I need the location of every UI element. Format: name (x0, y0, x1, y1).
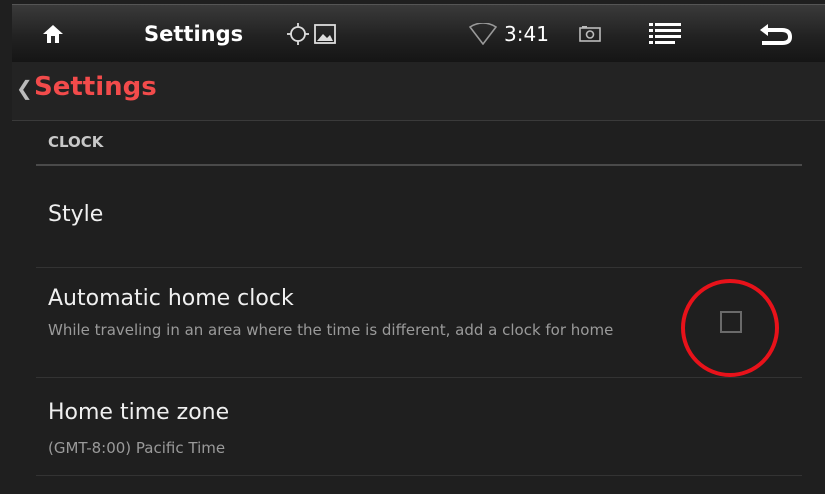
setting-title: Style (48, 202, 104, 227)
menu-lines-icon (649, 23, 681, 44)
wifi-indicator (469, 5, 497, 63)
setting-home-time-zone[interactable]: Home time zone (GMT-8:00) Pacific Time (36, 378, 802, 476)
home-button[interactable] (42, 5, 64, 63)
gallery-image-icon (314, 24, 336, 44)
settings-list: CLOCK Style Automatic home clock While t… (36, 120, 802, 476)
gallery-button[interactable] (314, 5, 336, 63)
menu-button[interactable] (649, 5, 681, 63)
page-title[interactable]: Settings (34, 72, 157, 102)
setting-title: Home time zone (48, 400, 230, 425)
section-header-clock: CLOCK (36, 120, 802, 166)
location-button[interactable] (287, 5, 309, 63)
wifi-icon (469, 23, 497, 45)
back-arrow-icon (760, 24, 792, 45)
status-clock: 3:41 (504, 22, 549, 46)
home-icon (43, 25, 63, 43)
action-bar: ❮ Settings (12, 62, 825, 121)
screen: Settings 3:41 ❮ Settings CLOCK Style Aut… (0, 0, 825, 494)
location-crosshair-icon (287, 23, 309, 45)
setting-summary: While traveling in an area where the tim… (48, 321, 614, 339)
status-bar-title: Settings (144, 22, 244, 46)
setting-summary: (GMT-8:00) Pacific Time (48, 439, 226, 457)
camera-button[interactable] (579, 5, 601, 63)
camera-icon (579, 26, 601, 42)
setting-automatic-home-clock[interactable]: Automatic home clock While traveling in … (36, 268, 802, 378)
setting-title: Automatic home clock (48, 286, 294, 311)
automatic-home-clock-checkbox[interactable] (720, 311, 742, 333)
up-navigation-icon[interactable]: ❮ (16, 76, 33, 100)
setting-style[interactable]: Style (36, 166, 802, 268)
back-button[interactable] (758, 5, 792, 63)
status-nav-bar: Settings 3:41 (12, 4, 825, 62)
